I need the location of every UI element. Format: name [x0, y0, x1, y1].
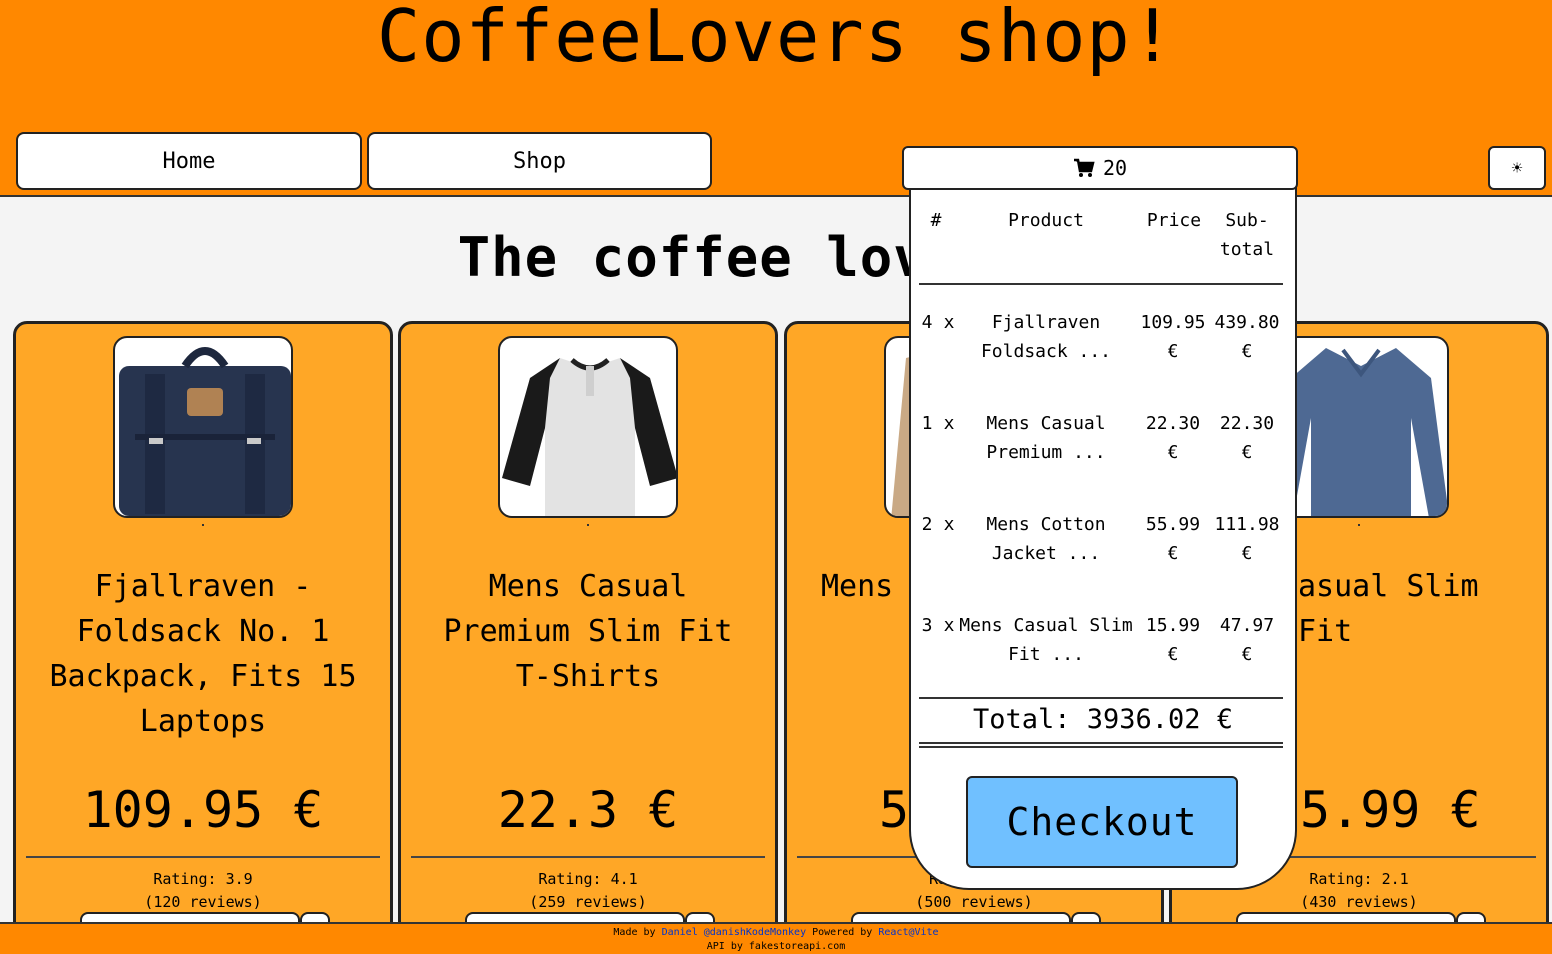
cart-item-subtotal-currency: € [1241, 341, 1253, 362]
cart-item-price-value: 15.99 [1145, 615, 1201, 636]
cart-item-subtotal: 47.97 € [1211, 611, 1283, 669]
cart-item-subtotal-value: 47.97 [1219, 615, 1275, 636]
cart-divider [919, 697, 1283, 699]
site-title: CoffeeLovers shop! [376, 0, 1176, 78]
image-dot [1358, 524, 1360, 526]
product-title: Fjallraven - Foldsack No. 1 Backpack, Fi… [49, 569, 357, 739]
footer-credits: Made by Daniel @danishKodeMonkey Powered… [0, 926, 1552, 940]
backpack-image [119, 347, 291, 516]
footer-made-by: Made by [613, 927, 656, 938]
cart-item-price-currency: € [1167, 543, 1179, 564]
cart-item-product: Mens Casual Premium ... [956, 409, 1136, 467]
subtotal-label-2: total [1219, 239, 1275, 260]
product-card[interactable]: Fjallraven - Foldsack No. 1 Backpack, Fi… [13, 321, 393, 954]
site-header: CoffeeLovers shop! Home Shop ☀ [0, 0, 1552, 197]
divider [26, 856, 380, 858]
site-footer: Made by Daniel @danishKodeMonkey Powered… [0, 922, 1552, 954]
cart-item-product: Mens Cotton Jacket ... [956, 510, 1136, 568]
cart-item-product-line: Mens Casual Slim [959, 615, 1133, 636]
cart-item-price-currency: € [1167, 341, 1179, 362]
footer-powered-by: Powered by [812, 927, 873, 938]
cart-item-price-currency: € [1167, 644, 1179, 665]
product-price: 109.95 € [82, 781, 324, 839]
cart-item-product: Fjallraven Foldsack ... [956, 308, 1136, 366]
divider [411, 856, 765, 858]
cart-divider [919, 283, 1283, 285]
product-title: Mens Casual Premium Slim Fit T-Shirts [443, 569, 733, 694]
cart-divider [919, 746, 1283, 748]
sun-icon: ☀ [1511, 157, 1523, 179]
api-link[interactable]: fakestoreapi.com [749, 941, 845, 952]
cart-item-price: 22.30 € [1137, 409, 1209, 467]
cart-item-qty: 2 [921, 514, 933, 535]
cart-item-subtotal-value: 111.98 [1214, 514, 1280, 535]
cart-item-product: Mens Casual Slim Fit ... [956, 611, 1136, 669]
cart-item-product-line: Mens Cotton [986, 514, 1106, 535]
product-price: 5.99 € [1300, 781, 1481, 839]
author-link[interactable]: Daniel @danishKodeMonkey [662, 927, 807, 938]
checkout-button[interactable]: Checkout [966, 776, 1238, 868]
cart-item-subtotal-currency: € [1241, 644, 1253, 665]
rating-text: Rating: 3.9 [153, 870, 253, 888]
cart-item-product-line: Fit ... [1008, 644, 1084, 665]
cart-item-subtotal-currency: € [1241, 543, 1253, 564]
cart-item-price-value: 55.99 [1145, 514, 1201, 535]
theme-toggle-button[interactable]: ☀ [1488, 146, 1546, 190]
product-rating: Rating: 4.1 (259 reviews) [401, 868, 775, 914]
cart-item-subtotal: 22.30 € [1211, 409, 1283, 467]
reviews-count: (430 reviews) [1300, 893, 1418, 911]
cart-icon [1073, 158, 1095, 177]
reviews-count: (120 reviews) [144, 893, 262, 911]
page-heading: The coffee lovers m [457, 226, 1095, 289]
cart-header-product: Product [1008, 210, 1084, 231]
footer-api: API by fakestoreapi.com [0, 940, 1552, 954]
cart-item-subtotal-value: 439.80 [1214, 312, 1280, 333]
cart-dropdown: # Product Price Sub- total 4 x Fjallrave… [909, 186, 1297, 890]
cart-item-subtotal-currency: € [1241, 442, 1253, 463]
cart-header-subtotal: Sub- total [1213, 206, 1281, 264]
cart-item-price: 15.99 € [1137, 611, 1209, 669]
nav-shop-button[interactable]: Shop [367, 132, 712, 190]
rating-text: Rating: 4.1 [538, 870, 638, 888]
product-image[interactable] [113, 336, 293, 518]
tshirt-image [502, 358, 676, 516]
cart-item-product-line: Jacket ... [991, 543, 1101, 564]
cart-count: 20 [1102, 156, 1128, 180]
product-price: 22.3 € [497, 781, 679, 839]
cart-item-product-line: Foldsack ... [980, 341, 1112, 362]
image-dot [587, 524, 589, 526]
reviews-count: (259 reviews) [529, 893, 647, 911]
cart-header-price: Price [1146, 210, 1202, 231]
cart-item-product-line: Fjallraven [991, 312, 1101, 333]
image-dot [202, 524, 204, 526]
footer-api-by: API by [706, 941, 743, 952]
product-rating: Rating: 3.9 (120 reviews) [16, 868, 390, 914]
cart-item-subtotal: 439.80 € [1211, 308, 1283, 366]
cart-item-subtotal: 111.98 € [1211, 510, 1283, 568]
cart-item-product-line: Mens Casual [986, 413, 1106, 434]
product-card[interactable]: Mens Casual Premium Slim Fit T-Shirts 22… [398, 321, 778, 954]
cart-item-price-currency: € [1167, 442, 1179, 463]
cart-item-qty: 3 [921, 615, 933, 636]
cart-toggle-button[interactable]: 20 [902, 146, 1298, 190]
nav-home-button[interactable]: Home [16, 132, 362, 190]
cart-item-qty: 1 [921, 413, 933, 434]
cart-divider [919, 742, 1283, 744]
cart-item-subtotal-value: 22.30 [1219, 413, 1275, 434]
cart-item-price-value: 109.95 [1140, 312, 1206, 333]
framework-link[interactable]: React@Vite [878, 927, 938, 938]
longsleeve-image [1273, 348, 1447, 516]
cart-header-num: # [930, 210, 942, 231]
cart-item-product-line: Premium ... [986, 442, 1106, 463]
cart-total: Total: 3936.02 € [972, 704, 1234, 735]
cart-item-price-value: 22.30 [1145, 413, 1201, 434]
cart-item-price: 109.95 € [1137, 308, 1209, 366]
subtotal-label-1: Sub- [1225, 210, 1269, 231]
cart-item-qty: 4 [921, 312, 933, 333]
product-title: asual Slim Fit [1298, 569, 1479, 649]
product-image[interactable] [498, 336, 678, 518]
cart-item-price: 55.99 € [1137, 510, 1209, 568]
reviews-count: (500 reviews) [915, 893, 1033, 911]
